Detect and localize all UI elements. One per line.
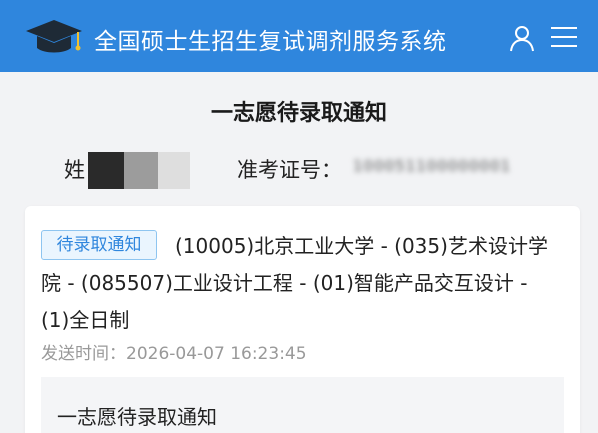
notice-card[interactable]: (10005)北京工业大学 - (035)艺术设计学院 - (085507)工业… [25,206,580,433]
page-title: 一志愿待录取通知 [210,101,387,126]
exam-number-value: 100051100000001 [353,157,512,175]
redacted-name [88,152,124,189]
app-title: 全国硕士生招生复试调剂服务系统 [94,29,447,55]
status-badge: 待录取通知 [41,230,157,260]
redacted-name [124,152,158,189]
redacted-name [158,152,190,189]
notice-detail-title: 一志愿待录取通知 [57,405,217,429]
top-navigation-bar: 全国硕士生招生复试调剂服务系统 [0,0,598,72]
send-time: 发送时间：2026-04-07 16:23:45 [41,344,307,364]
name-label: 姓 [64,158,85,182]
user-icon[interactable] [508,24,536,52]
hamburger-menu-icon[interactable] [550,25,578,49]
graduation-cap-icon [26,20,82,53]
notice-detail-box[interactable]: 一志愿待录取通知 [41,377,564,433]
exam-number-label: 准考证号： [237,158,342,182]
